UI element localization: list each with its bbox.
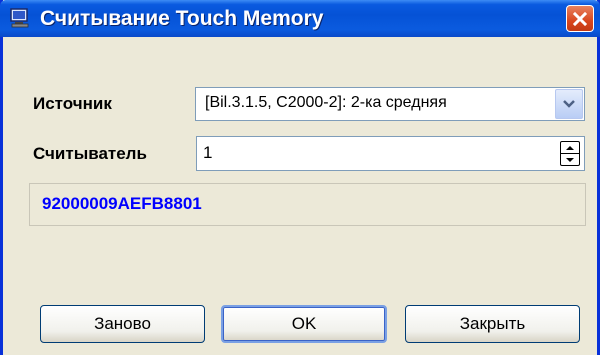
source-select-value: [Bil.3.1.5, C2000-2]: 2-ка средняя [205, 94, 447, 111]
close-icon [572, 11, 588, 26]
ok-button[interactable]: OK [221, 305, 387, 343]
reader-label: Считыватель [33, 144, 147, 163]
source-dropdown-button[interactable] [555, 89, 583, 119]
touch-memory-dialog: Считывание Touch Memory Источник [Bil.3.… [0, 0, 600, 355]
window-title: Считывание Touch Memory [40, 7, 324, 30]
computer-icon [10, 8, 29, 28]
reader-spin-buttons [560, 141, 580, 166]
retry-button[interactable]: Заново [40, 305, 205, 343]
source-select[interactable]: [Bil.3.1.5, C2000-2]: 2-ка средняя [195, 87, 585, 121]
chevron-down-icon [563, 100, 575, 108]
triangle-down-icon [566, 157, 574, 162]
reader-stepper[interactable]: 1 [196, 136, 585, 171]
reader-value: 1 [203, 143, 213, 162]
touch-memory-code: 92000009AEFB8801 [42, 194, 202, 213]
title-bar[interactable]: Считывание Touch Memory [0, 0, 600, 37]
source-label: Источник [33, 94, 112, 113]
spin-down-button[interactable] [561, 154, 579, 165]
close-window-button[interactable] [566, 5, 594, 32]
spin-up-button[interactable] [561, 142, 579, 154]
close-button[interactable]: Закрыть [405, 305, 580, 343]
triangle-up-icon [566, 145, 574, 150]
result-field: 92000009AEFB8801 [29, 183, 586, 226]
